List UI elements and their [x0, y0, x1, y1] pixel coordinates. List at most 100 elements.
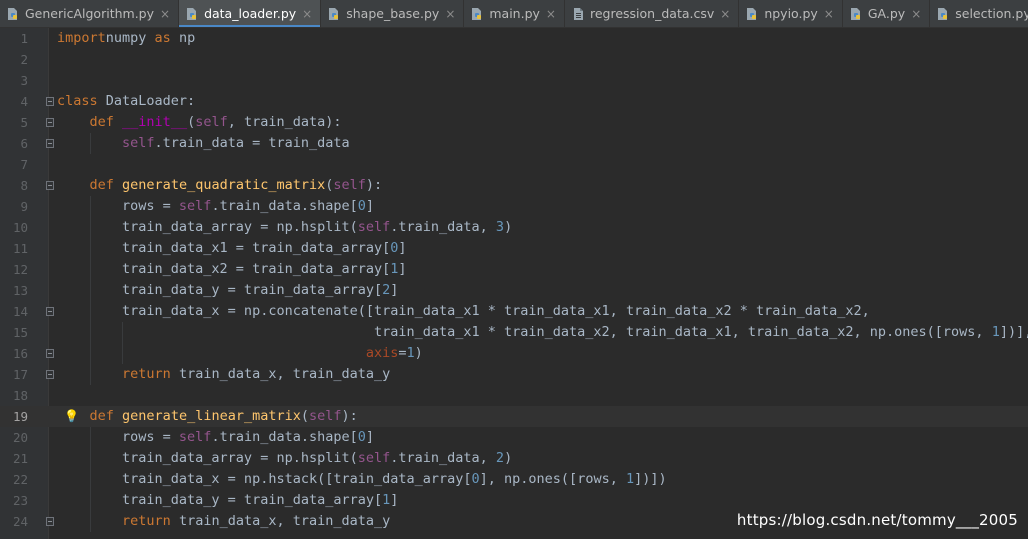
tab-genericalgorithm-py[interactable]: GenericAlgorithm.py ×: [0, 0, 180, 27]
tab-label: main.py: [489, 6, 540, 21]
code-token: ]: [365, 429, 375, 445]
code-text: train_data_x = np.concatenate([train_dat…: [57, 301, 870, 322]
code-token: (: [187, 114, 196, 130]
code-token: ):: [341, 408, 358, 424]
code-text: self.train_data = train_data: [57, 133, 350, 154]
code-token: ]: [365, 198, 375, 214]
line-number: 11: [12, 241, 28, 256]
code-token: ): [504, 219, 513, 235]
line-number: 22: [12, 472, 28, 487]
code-text: train_data_y = train_data_array[1]: [57, 490, 398, 511]
line-number: 24: [12, 514, 28, 529]
code-token: 0: [357, 429, 366, 445]
fold-marker-icon[interactable]: [46, 307, 54, 316]
code-token: 0: [471, 471, 480, 487]
code-line: 7: [0, 154, 1028, 175]
tab-ga-py[interactable]: GA.py ×: [843, 0, 931, 27]
code-text: train_data_x = np.hstack([train_data_arr…: [57, 469, 667, 490]
watermark-text: https://blog.csdn.net/tommy___2005: [736, 511, 1018, 529]
code-token: ]: [390, 282, 399, 298]
code-text: rows = self.train_data.shape[0]: [57, 196, 374, 217]
line-number: 20: [12, 430, 28, 445]
close-tab-icon[interactable]: ×: [445, 7, 455, 21]
close-tab-icon[interactable]: ×: [911, 7, 921, 21]
tab-regression-data-csv[interactable]: regression_data.csv ×: [565, 0, 740, 27]
code-token: train_data_x = np.concatenate([train_dat…: [57, 303, 870, 319]
python-file-icon: [747, 7, 757, 20]
code-line: 21 train_data_array = np.hsplit(self.tra…: [0, 448, 1028, 469]
code-token: class: [57, 93, 98, 109]
code-line: 6 self.train_data = train_data: [0, 133, 1028, 154]
line-number: 1: [20, 31, 28, 46]
python-file-icon: [329, 7, 339, 20]
python-file-icon: [850, 7, 860, 20]
code-token: numpy: [105, 30, 147, 46]
fold-marker-icon[interactable]: [46, 181, 54, 190]
line-number: 6: [20, 136, 28, 151]
code-token: import: [57, 30, 106, 46]
fold-marker-icon[interactable]: [46, 517, 54, 526]
tab-label: regression_data.csv: [589, 6, 715, 21]
fold-marker-icon[interactable]: [46, 349, 54, 358]
code-token: .train_data.shape[: [211, 198, 358, 214]
close-tab-icon[interactable]: ×: [302, 7, 312, 21]
tab-label: selection.py: [955, 6, 1028, 21]
fold-marker-icon[interactable]: [46, 139, 54, 148]
code-token: def: [89, 177, 114, 193]
tab-label: GenericAlgorithm.py: [25, 6, 154, 21]
close-tab-icon[interactable]: ×: [824, 7, 834, 21]
code-token: train_data_x1 = train_data_array[: [57, 240, 391, 256]
line-number: 10: [12, 220, 28, 235]
code-token: ]: [398, 240, 407, 256]
code-token: ])],: [999, 324, 1028, 340]
fold-marker-icon[interactable]: [46, 118, 54, 127]
close-tab-icon[interactable]: ×: [720, 7, 730, 21]
code-text: train_data_array = np.hsplit(self.train_…: [57, 217, 512, 238]
code-text: rows = self.train_data.shape[0]: [57, 427, 374, 448]
code-token: train_data_array = np.hsplit(: [57, 219, 358, 235]
code-token: DataLoader:: [97, 93, 196, 109]
code-text: importnumpy as np: [57, 28, 195, 49]
code-token: as: [146, 30, 171, 46]
code-token: train_data_x2 = train_data_array[: [57, 261, 391, 277]
fold-marker-icon[interactable]: [46, 370, 54, 379]
csv-file-icon: [573, 7, 583, 20]
code-text: return train_data_x, train_data_y: [57, 364, 390, 385]
tab-label: npyio.py: [764, 6, 818, 21]
close-tab-icon[interactable]: ×: [160, 7, 170, 21]
code-editor[interactable]: 1 importnumpy as np 2 3 4 class DataLoader: 5 …: [0, 28, 1028, 539]
code-line: 12 train_data_x2 = train_data_array[1]: [0, 259, 1028, 280]
code-text: return train_data_x, train_data_y: [57, 511, 390, 532]
code-token: train_data_x = np.hstack([train_data_arr…: [57, 471, 472, 487]
line-number: 19: [12, 409, 28, 424]
line-number: 13: [12, 283, 28, 298]
code-line: 2: [0, 49, 1028, 70]
tab-label: GA.py: [867, 6, 906, 21]
tab-npyio-py[interactable]: npyio.py ×: [739, 0, 843, 27]
fold-marker-icon[interactable]: [46, 97, 54, 106]
code-token: 2: [495, 450, 505, 466]
tab-selection-py[interactable]: selection.py×: [930, 0, 1028, 27]
code-token: generate_linear_matrix: [122, 408, 301, 424]
line-number: 7: [20, 157, 28, 172]
code-token: self: [309, 408, 342, 424]
code-token: self: [333, 177, 366, 193]
code-text: def generate_linear_matrix(self):: [57, 406, 358, 427]
tab-data-loader-py[interactable]: data_loader.py ×: [179, 0, 322, 27]
code-text: train_data_x1 = train_data_array[0]: [57, 238, 407, 259]
code-token: .train_data = train_data: [154, 135, 350, 151]
code-token: np: [170, 30, 196, 46]
code-token: ): [414, 345, 423, 361]
tab-shape-base-py[interactable]: shape_base.py ×: [321, 0, 465, 27]
tab-main-py[interactable]: main.py ×: [464, 0, 565, 27]
close-tab-icon[interactable]: ×: [546, 7, 556, 21]
code-token: self: [195, 114, 228, 130]
line-number: 21: [12, 451, 28, 466]
code-token: train_data_x1 * train_data_x2, train_dat…: [57, 324, 992, 340]
code-token: train_data_y = train_data_array[: [57, 282, 383, 298]
